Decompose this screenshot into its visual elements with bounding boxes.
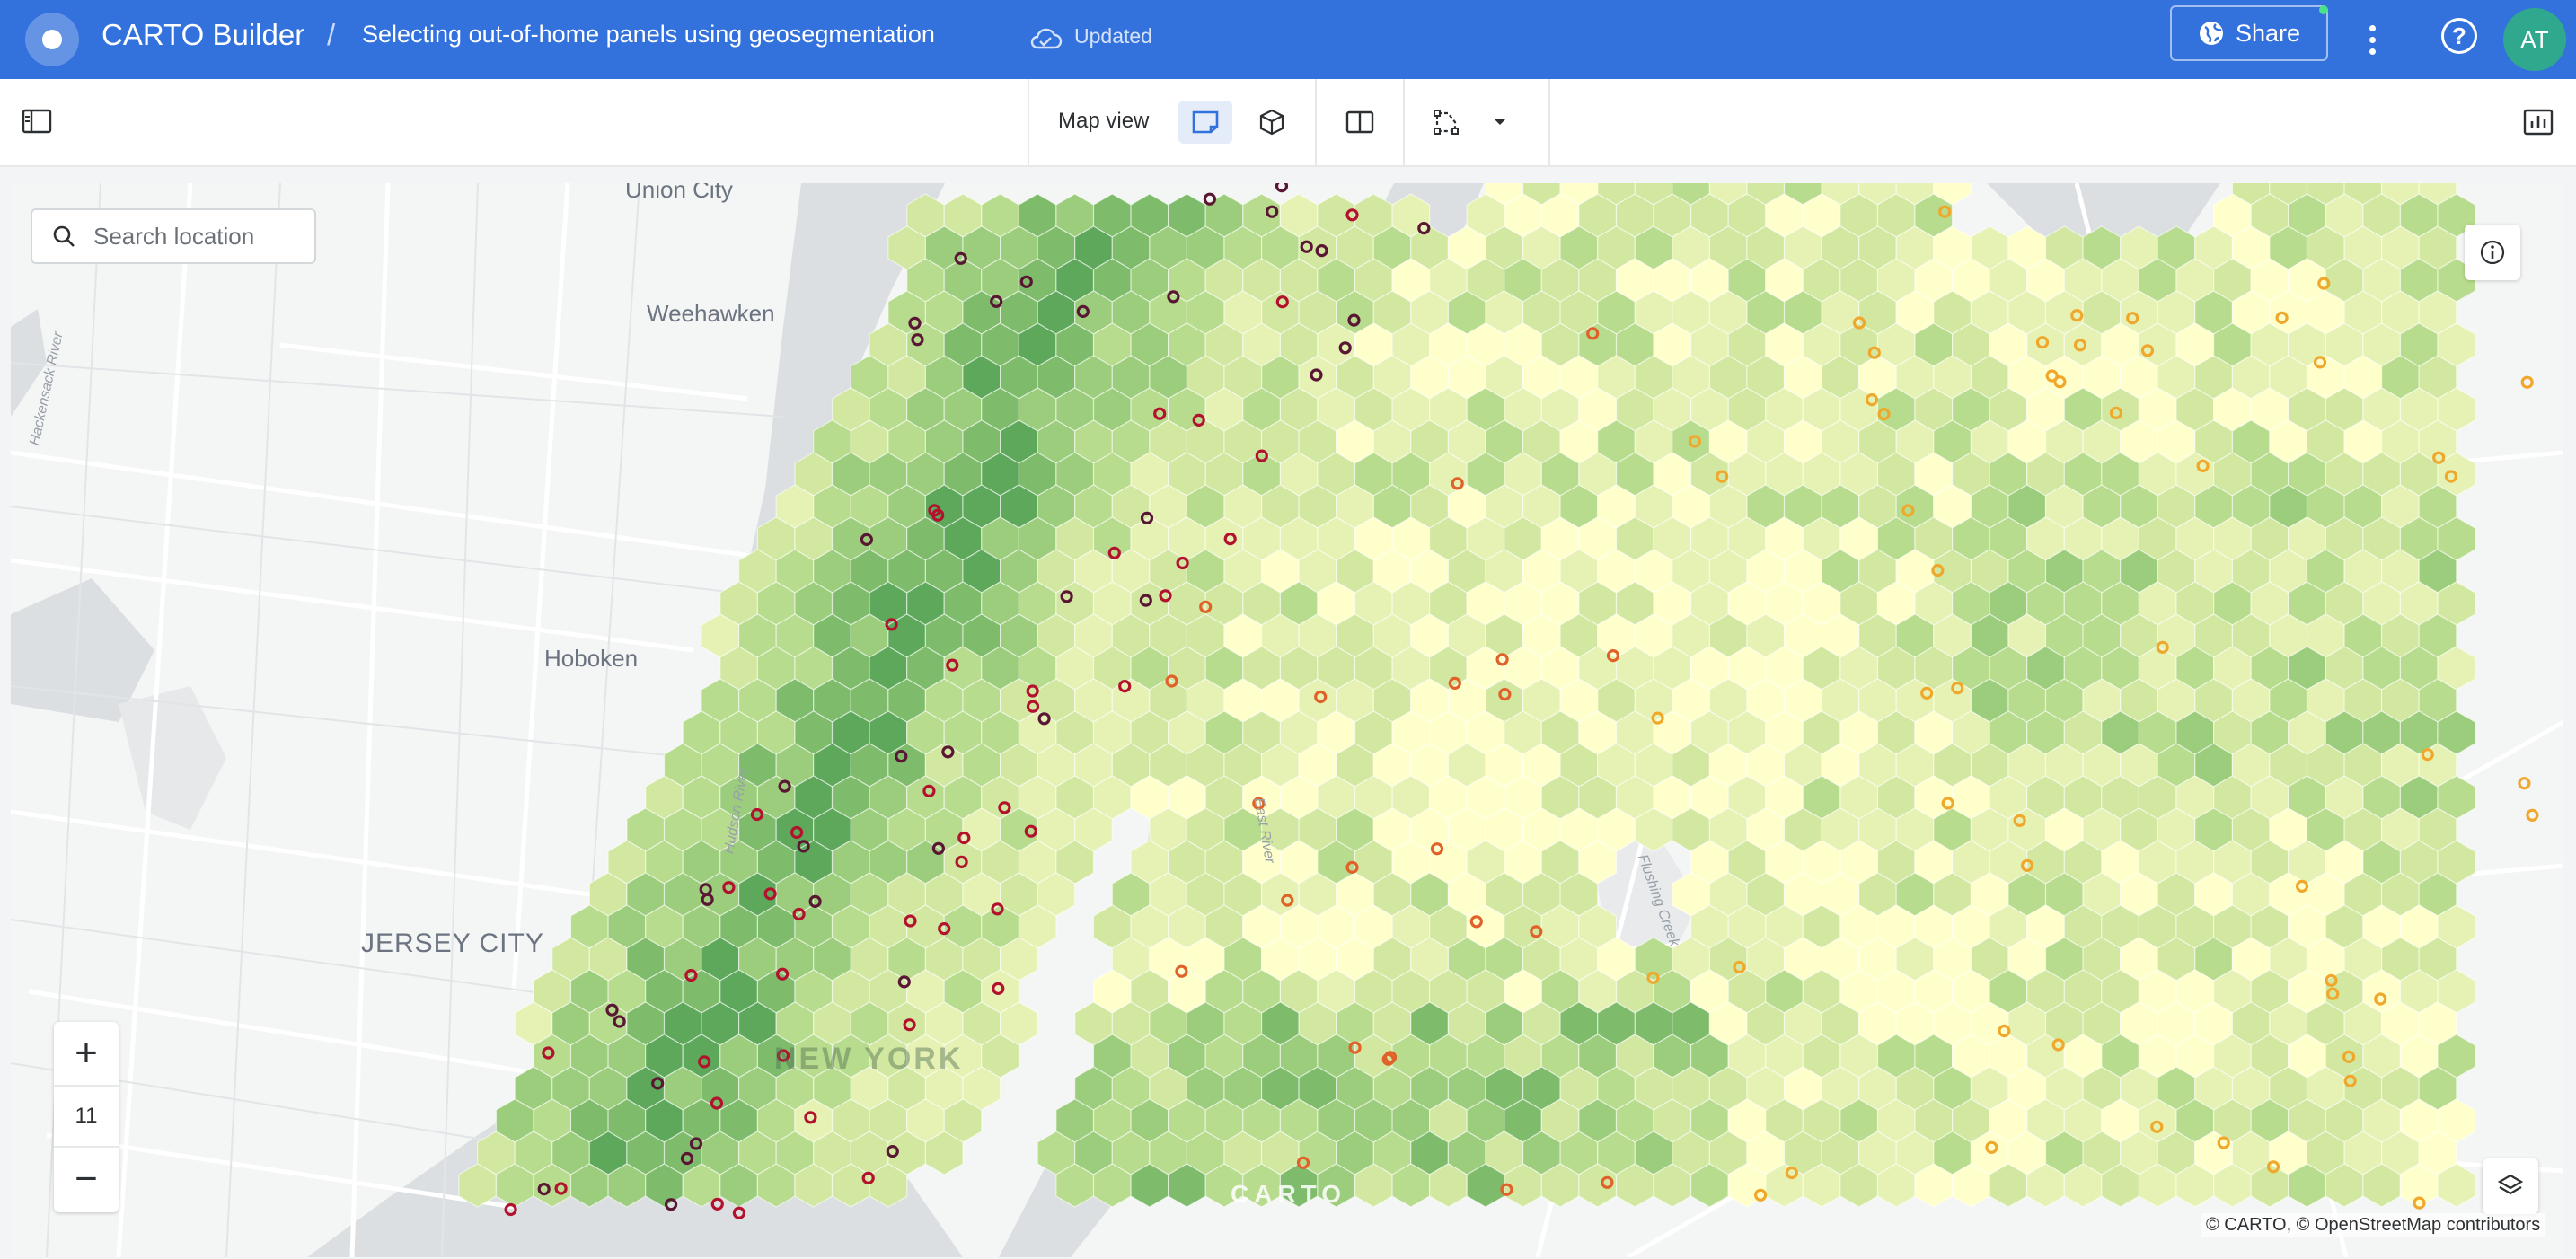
3d-view-button[interactable] [1245,101,1299,144]
map-canvas[interactable]: Union City Weehawken Hoboken JERSEY CITY… [11,183,2563,1257]
globe-icon [2199,22,2223,45]
map-toolbar: Map view [0,79,2576,167]
place-label-new-york: NEW YORK [774,1042,964,1076]
sidebar-toggle-icon[interactable] [22,108,52,135]
search-icon [53,225,75,247]
legend-info-button[interactable] [2465,225,2520,280]
place-label-jersey-city: JERSEY CITY [361,929,544,958]
help-button[interactable]: ? [2441,18,2477,54]
logo-mark [42,30,62,49]
place-label-hoboken: Hoboken [544,645,639,672]
place-label-union-city: Union City [625,183,733,203]
location-search[interactable] [31,208,316,264]
breadcrumb-separator: / [327,18,336,51]
carto-watermark: CARTO [1231,1180,1347,1208]
app-name[interactable]: CARTO Builder [101,18,304,52]
share-label: Share [2235,19,2301,47]
user-avatar[interactable]: AT [2503,8,2566,71]
info-icon [2480,240,2505,265]
layers-button[interactable] [2483,1158,2538,1214]
layers-icon [2497,1174,2524,1195]
save-status: Updated [1074,24,1152,48]
share-button[interactable]: Share [2170,5,2328,61]
2d-view-button[interactable] [1178,101,1232,144]
draw-polygon-button[interactable] [1419,101,1473,144]
app-bar: CARTO Builder / Selecting out-of-home pa… [0,0,2576,79]
map-view-label: Map view [1058,109,1150,133]
zoom-in-button[interactable]: + [54,1022,119,1085]
split-view-button[interactable] [1333,101,1387,144]
2d-map-icon [1192,110,1219,134]
map-attribution: © CARTO, © OpenStreetMap contributors [2201,1213,2546,1237]
map-title[interactable]: Selecting out-of-home panels using geose… [362,21,935,48]
search-input[interactable] [92,221,302,251]
draw-polygon-icon [1434,110,1459,135]
share-status-dot [2319,5,2328,14]
view-mode-group: Map view [1028,79,1317,165]
caret-down-icon [1495,119,1505,125]
widgets-panel-icon[interactable] [2522,108,2554,136]
zoom-control: + 11 − [54,1022,119,1212]
zoom-out-button[interactable]: − [54,1148,119,1211]
basemap [11,183,2563,1257]
carto-logo[interactable] [25,13,79,66]
draw-tools-group [1403,79,1550,165]
place-label-weehawken: Weehawken [647,300,775,327]
draw-tools-dropdown[interactable] [1482,101,1518,144]
split-view-group [1315,79,1405,165]
cube-icon [1259,109,1284,136]
split-view-icon [1345,110,1374,134]
cloud-check-icon [1030,28,1063,49]
zoom-level: 11 [54,1085,119,1148]
more-options-button[interactable] [2359,14,2386,65]
